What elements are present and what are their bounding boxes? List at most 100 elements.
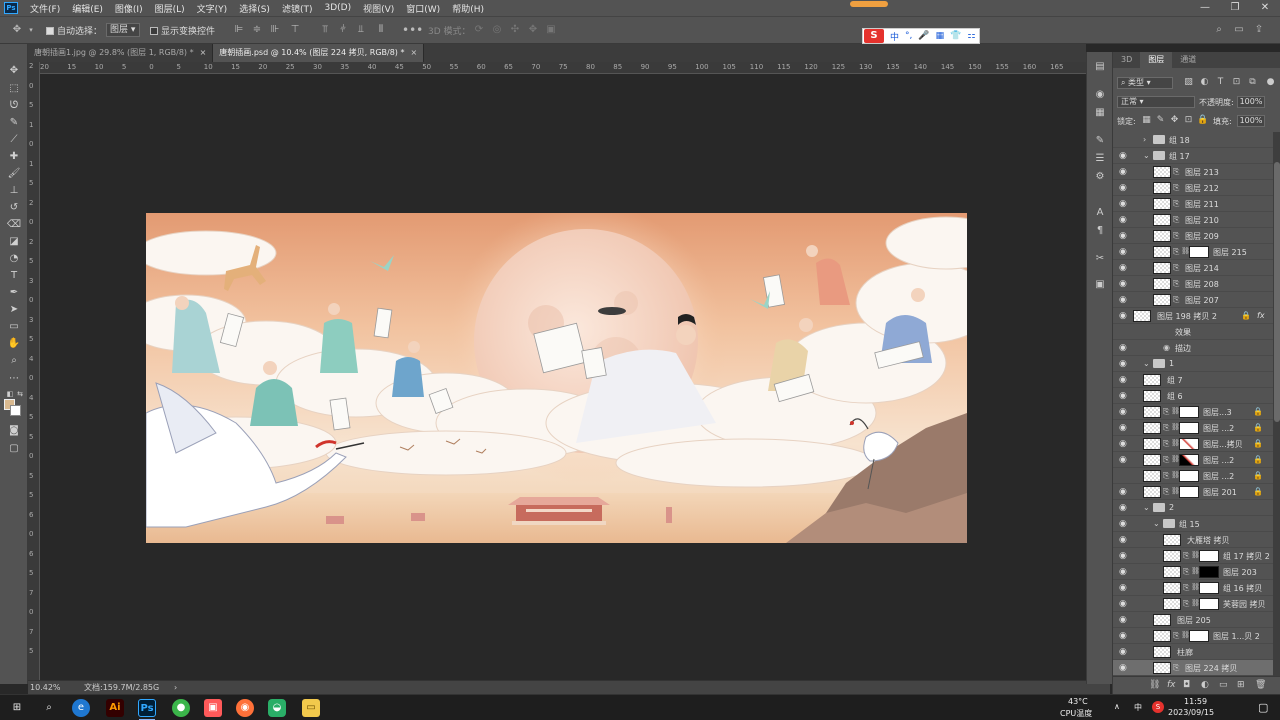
visibility-eye-icon[interactable]: ◉ — [1119, 567, 1129, 577]
mask-link-icon[interactable]: ⛓ — [1191, 567, 1200, 577]
visibility-eye-icon[interactable]: ◉ — [1119, 519, 1129, 529]
color-panel-icon[interactable]: ◉ — [1093, 88, 1107, 102]
ime-skin-icon[interactable]: 👕 — [950, 31, 961, 41]
healing-brush-tool-icon[interactable]: ✚ — [6, 150, 22, 164]
visibility-eye-icon[interactable]: ◉ — [1119, 279, 1129, 289]
layers-scrollbar[interactable] — [1273, 132, 1280, 682]
wechat-icon[interactable]: ◒ — [268, 699, 286, 717]
workspace-icon[interactable]: ▭ — [1232, 23, 1246, 37]
visibility-eye-icon[interactable]: ◉ — [1119, 311, 1129, 321]
layer-row[interactable]: ◉ ⎘ 图层 212 — [1113, 180, 1273, 196]
filter-adjust-icon[interactable]: ◐ — [1199, 77, 1210, 88]
group-caret-icon[interactable]: ⌄ — [1153, 519, 1161, 528]
opacity-field[interactable]: 100% — [1237, 96, 1265, 108]
mask-link-icon[interactable]: ⛓ — [1171, 439, 1180, 449]
visibility-eye-icon[interactable]: ◉ — [1119, 551, 1129, 561]
3d-scale-icon[interactable]: ▣ — [544, 23, 558, 37]
visibility-eye-icon[interactable]: ◉ — [1119, 359, 1129, 369]
move-tool-icon[interactable]: ✥ — [6, 64, 22, 78]
layer-row[interactable]: ◉ 图层 198 拷贝 2 🔒 fx — [1113, 308, 1273, 324]
adjustment-layer-icon[interactable]: ◐ — [1201, 680, 1209, 690]
share-icon[interactable]: ⇪ — [1252, 23, 1266, 37]
layer-row[interactable]: ◉ ⎘ ⛓ 图层...3 🔒 — [1113, 404, 1273, 420]
filter-shape-icon[interactable]: ⊡ — [1231, 77, 1242, 88]
auto-select-dropdown[interactable]: 图层 ▾ — [106, 23, 140, 37]
menu-select[interactable]: 选择(S) — [233, 2, 276, 15]
visibility-eye-icon[interactable]: ◉ — [1119, 583, 1129, 593]
layer-row[interactable]: ◉ ⌄ 组 17 — [1113, 148, 1273, 164]
scrollbar-thumb[interactable] — [1274, 162, 1280, 422]
tab-document-1[interactable]: 唐朝插画1.jpg @ 29.8% (图层 1, RGB/8) * × — [28, 44, 214, 62]
visibility-eye-icon[interactable]: ◉ — [1119, 151, 1129, 161]
visibility-eye-icon[interactable]: ◉ — [1119, 295, 1129, 305]
visibility-eye-icon[interactable]: ◉ — [1119, 199, 1129, 209]
visibility-eye-icon[interactable]: ◉ — [1119, 183, 1129, 193]
edge-icon[interactable]: e — [72, 699, 90, 717]
layer-row[interactable]: › 组 18 — [1113, 132, 1273, 148]
mask-link-icon[interactable]: ⛓ — [1181, 247, 1190, 257]
visibility-eye-icon[interactable]: ◉ — [1119, 487, 1129, 497]
visibility-eye-icon[interactable]: ◉ — [1119, 615, 1129, 625]
layer-row[interactable]: ◉ ⎘ 图层 209 — [1113, 228, 1273, 244]
3d-roll-icon[interactable]: ◎ — [490, 23, 504, 37]
layer-row[interactable]: ◉ 大雁塔 拷贝 — [1113, 532, 1273, 548]
blend-mode-dropdown[interactable]: 正常 ▾ — [1117, 96, 1195, 108]
effect-visibility-icon[interactable]: ◉ — [1163, 343, 1172, 353]
ime-microphone-icon[interactable]: 🎤 — [918, 31, 929, 41]
group-caret-icon[interactable]: ⌄ — [1143, 503, 1151, 512]
brush-panel-icon[interactable]: ✎ — [1093, 134, 1107, 148]
ime-punctuation-icon[interactable]: °, — [905, 31, 912, 41]
stamp-tool-icon[interactable]: ⊥ — [6, 184, 22, 198]
quick-mask-icon[interactable]: ◙ — [6, 424, 22, 438]
minimize-button[interactable]: — — [1190, 0, 1220, 16]
layer-row[interactable]: ◉ ◉ 描边 — [1113, 340, 1273, 356]
distribute-bottom-icon[interactable]: ⫫ — [354, 23, 368, 37]
ime-keyboard-icon[interactable]: ▦ — [936, 31, 945, 41]
layer-row[interactable]: ◉ ⎘ 图层 214 — [1113, 260, 1273, 276]
visibility-eye-icon[interactable]: ◉ — [1119, 231, 1129, 241]
mask-link-icon[interactable]: ⛓ — [1181, 631, 1190, 641]
filter-type-icon[interactable]: T — [1215, 77, 1226, 88]
close-button[interactable]: ✕ — [1250, 0, 1280, 16]
filter-smart-icon[interactable]: ⧉ — [1247, 77, 1258, 88]
libraries-panel-icon[interactable]: ▣ — [1093, 278, 1107, 292]
menu-image[interactable]: 图像(I) — [109, 2, 149, 15]
dodge-tool-icon[interactable]: ◔ — [6, 252, 22, 266]
tray-chevron-icon[interactable]: ∧ — [1114, 702, 1120, 711]
search-taskbar-icon[interactable]: ⌕ — [40, 699, 58, 717]
layer-row[interactable]: ◉ 组 7 — [1113, 372, 1273, 388]
text-tool-icon[interactable]: T — [6, 269, 22, 283]
layer-mask-thumbnail[interactable] — [1199, 550, 1219, 562]
menu-file[interactable]: 文件(F) — [24, 2, 66, 15]
mask-link-icon[interactable]: ⛓ — [1191, 599, 1200, 609]
visibility-eye-icon[interactable]: ◉ — [1119, 663, 1129, 673]
distribute-top-icon[interactable]: ⫪ — [318, 23, 332, 37]
layer-row[interactable]: ◉ 柱廊 — [1113, 644, 1273, 660]
layer-kind-dropdown[interactable]: ⌕ 类型 ▾ — [1117, 77, 1173, 89]
sogou-logo-icon[interactable]: S — [864, 29, 884, 43]
layer-mask-thumbnail[interactable] — [1179, 486, 1199, 498]
show-transform-checkbox[interactable]: 显示变换控件 — [150, 24, 215, 37]
adjustments-panel-icon[interactable]: ☰ — [1093, 152, 1107, 166]
layer-row[interactable]: ◉ ⎘ 图层 210 — [1113, 212, 1273, 228]
clock-date[interactable]: 2023/09/15 — [1168, 708, 1214, 717]
fx-badge-icon[interactable]: fx — [1257, 311, 1265, 320]
layer-row[interactable]: ◉ ⎘ 图层 213 — [1113, 164, 1273, 180]
layer-row[interactable]: ◉ ⎘ ⛓ 组 16 拷贝 — [1113, 580, 1273, 596]
quick-select-tool-icon[interactable]: ✎ — [6, 116, 22, 130]
menu-3d[interactable]: 3D(D) — [318, 3, 357, 13]
distribute-vcenter-icon[interactable]: ⫩ — [336, 23, 350, 37]
visibility-eye-icon[interactable]: ◉ — [1119, 263, 1129, 273]
status-menu-arrow[interactable]: › — [174, 681, 177, 694]
layer-row[interactable]: ◉ 图层 205 — [1113, 612, 1273, 628]
hand-tool-icon[interactable]: ✋ — [6, 337, 22, 351]
layer-row[interactable]: ◉ ⎘ ⛓ 图层 203 — [1113, 564, 1273, 580]
background-color-swatch[interactable] — [10, 405, 21, 416]
move-tool-icon[interactable]: ✥ — [10, 23, 24, 37]
more-tools-icon[interactable]: ⋯ — [6, 372, 22, 386]
lock-all-icon[interactable]: 🔒 — [1197, 115, 1208, 126]
layer-mask-thumbnail[interactable] — [1179, 470, 1199, 482]
tab-channels[interactable]: 通道 — [1172, 52, 1204, 68]
visibility-eye-icon[interactable]: ◉ — [1119, 455, 1129, 465]
mask-link-icon[interactable]: ⛓ — [1171, 487, 1180, 497]
